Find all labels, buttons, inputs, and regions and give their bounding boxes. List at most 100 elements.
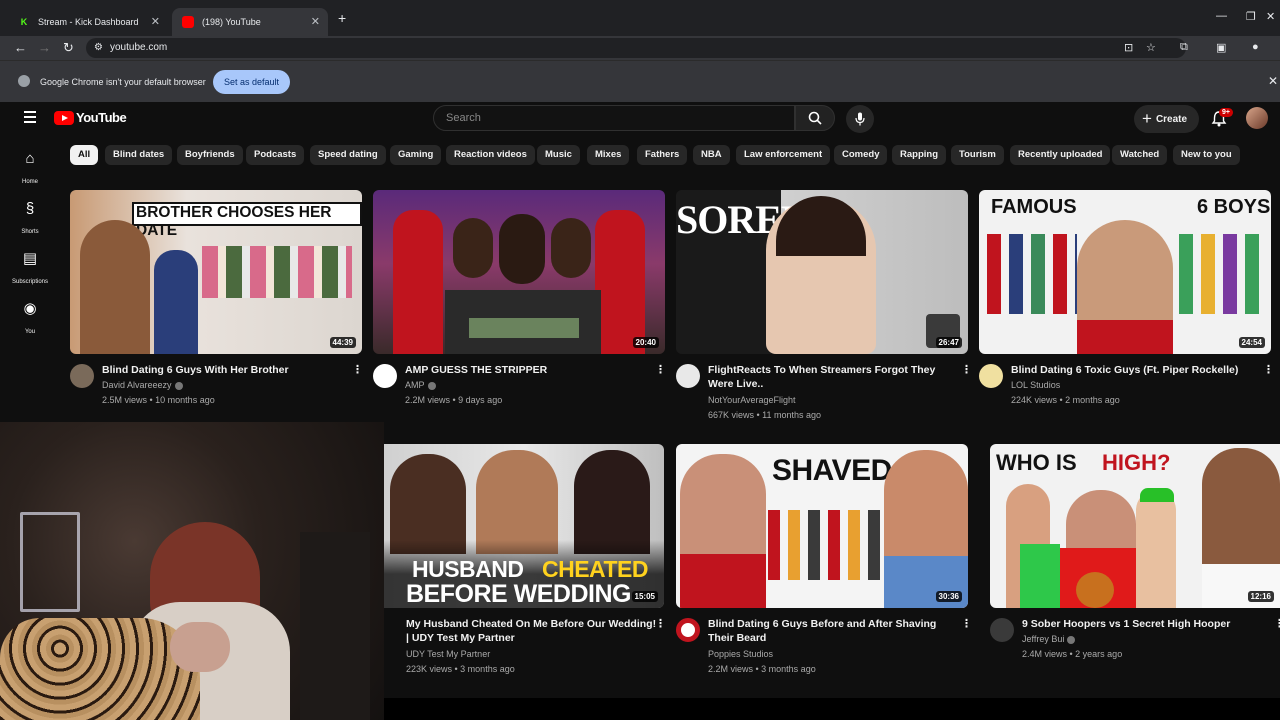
- search-button[interactable]: [795, 105, 835, 131]
- chip-speed-dating[interactable]: Speed dating: [310, 145, 386, 165]
- more-options-icon[interactable]: ⋮: [1263, 363, 1274, 376]
- video-thumbnail[interactable]: HUSBAND CHEATED BEFORE WEDDING 15:05: [384, 444, 664, 608]
- video-card[interactable]: 20:40 AMP GUESS THE STRIPPER AMP 2.2M vi…: [373, 190, 666, 405]
- tab-kick-dashboard[interactable]: K Stream - Kick Dashboard ✕: [8, 8, 168, 36]
- video-title[interactable]: Blind Dating 6 Guys Before and After Sha…: [708, 617, 958, 645]
- channel-name[interactable]: NotYourAverageFlight: [708, 395, 796, 405]
- more-options-icon[interactable]: ⋮: [1274, 617, 1280, 630]
- channel-name[interactable]: LOL Studios: [1011, 380, 1060, 390]
- profile-icon[interactable]: ●: [1252, 41, 1259, 53]
- tab-youtube[interactable]: (198) YouTube ✕: [172, 8, 328, 36]
- filter-chips-bar: All Blind dates Boyfriends Podcasts Spee…: [60, 134, 1280, 178]
- more-options-icon[interactable]: ⋮: [352, 363, 363, 376]
- close-window-icon[interactable]: ✕: [1266, 10, 1275, 23]
- forward-icon[interactable]: →: [38, 40, 51, 55]
- reload-icon[interactable]: ↻: [63, 40, 74, 56]
- restore-icon[interactable]: ❐: [1246, 10, 1256, 23]
- guide-item-shorts[interactable]: § Shorts: [0, 200, 60, 238]
- video-card[interactable]: HUSBAND CHEATED BEFORE WEDDING 15:05 My …: [384, 444, 666, 674]
- video-card[interactable]: BROTHER CHOOSES HER DATE 44:39 Blind Dat…: [70, 190, 363, 405]
- video-meta: 2.2M views • 9 days ago: [405, 395, 503, 405]
- create-button[interactable]: + Create: [1134, 105, 1200, 133]
- chip-law-enforcement[interactable]: Law enforcement: [736, 145, 831, 165]
- channel-name[interactable]: UDY Test My Partner: [406, 649, 490, 659]
- close-infobar-icon[interactable]: ✕: [1268, 74, 1278, 88]
- video-title[interactable]: Blind Dating 6 Toxic Guys (Ft. Piper Roc…: [1011, 363, 1261, 377]
- video-thumbnail[interactable]: 20:40: [373, 190, 665, 354]
- channel-avatar[interactable]: [373, 364, 397, 388]
- account-avatar[interactable]: [1246, 107, 1268, 129]
- thumbnail-figure: [390, 454, 466, 554]
- chip-gaming[interactable]: Gaming: [390, 145, 442, 165]
- channel-avatar[interactable]: [979, 364, 1003, 388]
- channel-name[interactable]: David Alvareeezy: [102, 380, 183, 390]
- address-bar[interactable]: ⚙ youtube.com: [86, 38, 1186, 58]
- video-title[interactable]: 9 Sober Hoopers vs 1 Secret High Hooper: [1022, 617, 1262, 631]
- video-thumbnail[interactable]: SORED 26:47: [676, 190, 968, 354]
- video-card[interactable]: FAMOUS 6 BOYS 24:54 Blind Dating 6 Toxic…: [979, 190, 1274, 405]
- voice-search-button[interactable]: [846, 105, 874, 133]
- channel-avatar[interactable]: [676, 364, 700, 388]
- minimize-icon[interactable]: —: [1216, 10, 1227, 22]
- chip-all[interactable]: All: [70, 145, 99, 165]
- video-title[interactable]: AMP GUESS THE STRIPPER: [405, 363, 645, 377]
- video-card[interactable]: SHAVED 30:36 Blind Dating 6 Guys Before …: [676, 444, 972, 674]
- chip-comedy[interactable]: Comedy: [834, 145, 888, 165]
- plus-icon: +: [1142, 109, 1152, 128]
- video-card[interactable]: WHO IS HIGH? 12:16 9 Sober Hoopers vs 1 …: [990, 444, 1280, 659]
- chip-podcasts[interactable]: Podcasts: [246, 145, 305, 165]
- youtube-icon: [182, 16, 194, 28]
- chip-recently-uploaded[interactable]: Recently uploaded: [1010, 145, 1111, 165]
- chip-reaction-videos[interactable]: Reaction videos: [446, 145, 535, 165]
- thumbnail-figure: [154, 250, 198, 354]
- bookmark-star-icon[interactable]: ☆: [1146, 41, 1156, 54]
- chip-rapping[interactable]: Rapping: [892, 145, 946, 165]
- video-thumbnail[interactable]: WHO IS HIGH? 12:16: [990, 444, 1280, 608]
- menu-icon[interactable]: [24, 111, 36, 123]
- video-meta: 2.4M views • 2 years ago: [1022, 649, 1123, 659]
- you-icon: ◉: [23, 300, 37, 317]
- channel-name[interactable]: AMP: [405, 380, 436, 390]
- install-app-icon[interactable]: ⊡: [1124, 41, 1133, 54]
- chip-blind-dates[interactable]: Blind dates: [105, 145, 173, 165]
- more-options-icon[interactable]: ⋮: [655, 363, 666, 376]
- guide-label: You: [24, 329, 36, 335]
- site-info-icon[interactable]: ⚙: [94, 42, 103, 53]
- chip-tourism[interactable]: Tourism: [951, 145, 1004, 165]
- channel-avatar[interactable]: [676, 618, 700, 642]
- video-thumbnail[interactable]: FAMOUS 6 BOYS 24:54: [979, 190, 1271, 354]
- chip-mixes[interactable]: Mixes: [587, 145, 630, 165]
- channel-name[interactable]: Poppies Studios: [708, 649, 773, 659]
- extensions-icon[interactable]: ⧉: [1180, 41, 1188, 54]
- video-title[interactable]: My Husband Cheated On Me Before Our Wedd…: [406, 617, 658, 645]
- search-input[interactable]: [446, 112, 746, 124]
- video-thumbnail[interactable]: SHAVED 30:36: [676, 444, 968, 608]
- channel-name[interactable]: Jeffrey Bui: [1022, 634, 1076, 644]
- close-tab-icon[interactable]: ✕: [151, 15, 160, 28]
- back-icon[interactable]: ←: [14, 40, 27, 55]
- microphone-icon: [855, 112, 865, 126]
- close-tab-icon[interactable]: ✕: [311, 15, 320, 28]
- chip-watched[interactable]: Watched: [1112, 145, 1168, 165]
- set-as-default-button[interactable]: Set as default: [213, 70, 291, 94]
- video-title[interactable]: Blind Dating 6 Guys With Her Brother: [102, 363, 342, 377]
- youtube-logo[interactable]: YouTube: [54, 110, 127, 125]
- more-options-icon[interactable]: ⋮: [961, 617, 972, 630]
- more-options-icon[interactable]: ⋮: [655, 617, 666, 630]
- chip-fathers[interactable]: Fathers: [637, 145, 688, 165]
- video-title[interactable]: FlightReacts To When Streamers Forgot Th…: [708, 363, 953, 391]
- guide-item-home[interactable]: ⌂ Home: [0, 150, 60, 188]
- guide-item-subscriptions[interactable]: ▤ Subscriptions: [0, 250, 60, 288]
- chip-nba[interactable]: NBA: [693, 145, 730, 165]
- channel-avatar[interactable]: [990, 618, 1014, 642]
- video-card[interactable]: SORED 26:47 FlightReacts To When Streame…: [676, 190, 972, 420]
- chip-music[interactable]: Music: [537, 145, 580, 165]
- channel-avatar[interactable]: [70, 364, 94, 388]
- split-view-icon[interactable]: ▣: [1216, 41, 1226, 54]
- guide-item-you[interactable]: ◉ You: [0, 300, 60, 338]
- new-tab-button[interactable]: +: [338, 10, 346, 26]
- video-thumbnail[interactable]: BROTHER CHOOSES HER DATE 44:39: [70, 190, 362, 354]
- chip-boyfriends[interactable]: Boyfriends: [177, 145, 243, 165]
- more-options-icon[interactable]: ⋮: [961, 363, 972, 376]
- chip-new-to-you[interactable]: New to you: [1173, 145, 1240, 165]
